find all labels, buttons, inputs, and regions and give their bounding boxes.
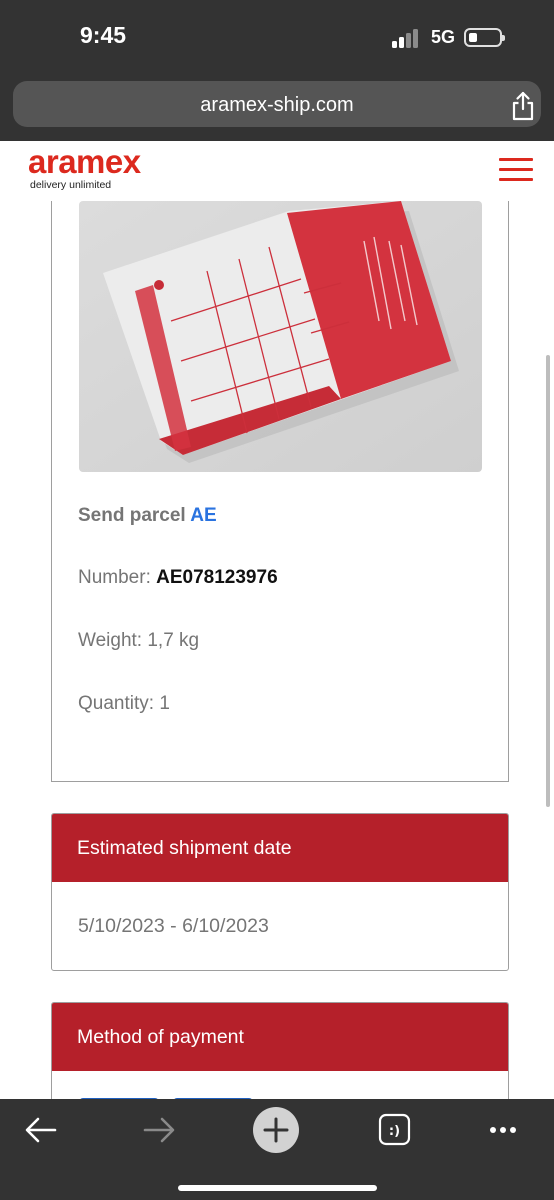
logo-tagline: delivery unlimited	[30, 179, 112, 191]
more-icon[interactable]	[481, 1110, 525, 1150]
shipment-date-range: 5/10/2023 - 6/10/2023	[78, 915, 269, 937]
parcel-weight: Weight: 1,7 kg	[78, 630, 200, 651]
parcel-card: Send parcel AE Number: AE078123976 Weigh…	[51, 201, 509, 782]
parcel-title: Send parcel AE	[78, 505, 217, 527]
tabs-glyph: :)	[389, 1124, 400, 1139]
status-bar: 9:45 5G	[0, 0, 554, 78]
url-text[interactable]: aramex-ship.com	[13, 94, 541, 117]
browser-address-area: aramex-ship.com	[0, 78, 554, 141]
page-content: Send parcel AE Number: AE078123976 Weigh…	[0, 201, 554, 1099]
back-arrow-icon[interactable]	[19, 1110, 63, 1150]
payment-method-header: Method of payment	[52, 1003, 508, 1071]
share-icon[interactable]	[510, 91, 536, 121]
parcel-photo	[79, 201, 482, 472]
parcel-number-value: AE078123976	[156, 567, 278, 588]
signal-strength-icon	[392, 26, 422, 48]
forward-arrow-icon[interactable]	[137, 1110, 181, 1150]
plus-icon[interactable]	[253, 1107, 299, 1153]
shipment-date-card: Estimated shipment date 5/10/2023 - 6/10…	[51, 813, 509, 971]
menu-icon[interactable]	[499, 158, 533, 181]
scrollbar-thumb[interactable]	[546, 355, 550, 807]
status-time: 9:45	[80, 22, 127, 48]
site-header: aramex delivery unlimited	[0, 141, 554, 201]
parcel-number: Number: AE078123976	[78, 567, 278, 589]
parcel-quantity: Quantity: 1	[78, 693, 170, 714]
network-type: 5G	[431, 27, 456, 47]
parcel-title-code: AE	[190, 505, 217, 526]
home-indicator[interactable]	[178, 1185, 377, 1191]
logo-wordmark: aramex	[28, 143, 141, 180]
address-bar[interactable]: aramex-ship.com	[13, 81, 541, 127]
parcel-title-prefix: Send parcel	[78, 505, 191, 526]
tabs-icon[interactable]: :)	[373, 1110, 417, 1150]
parcel-number-label: Number:	[78, 567, 157, 588]
payment-method-card: Method of payment	[51, 1002, 509, 1099]
aramex-logo[interactable]: aramex delivery unlimited	[28, 143, 156, 192]
battery-icon	[464, 28, 505, 47]
shipment-date-header: Estimated shipment date	[52, 814, 508, 882]
